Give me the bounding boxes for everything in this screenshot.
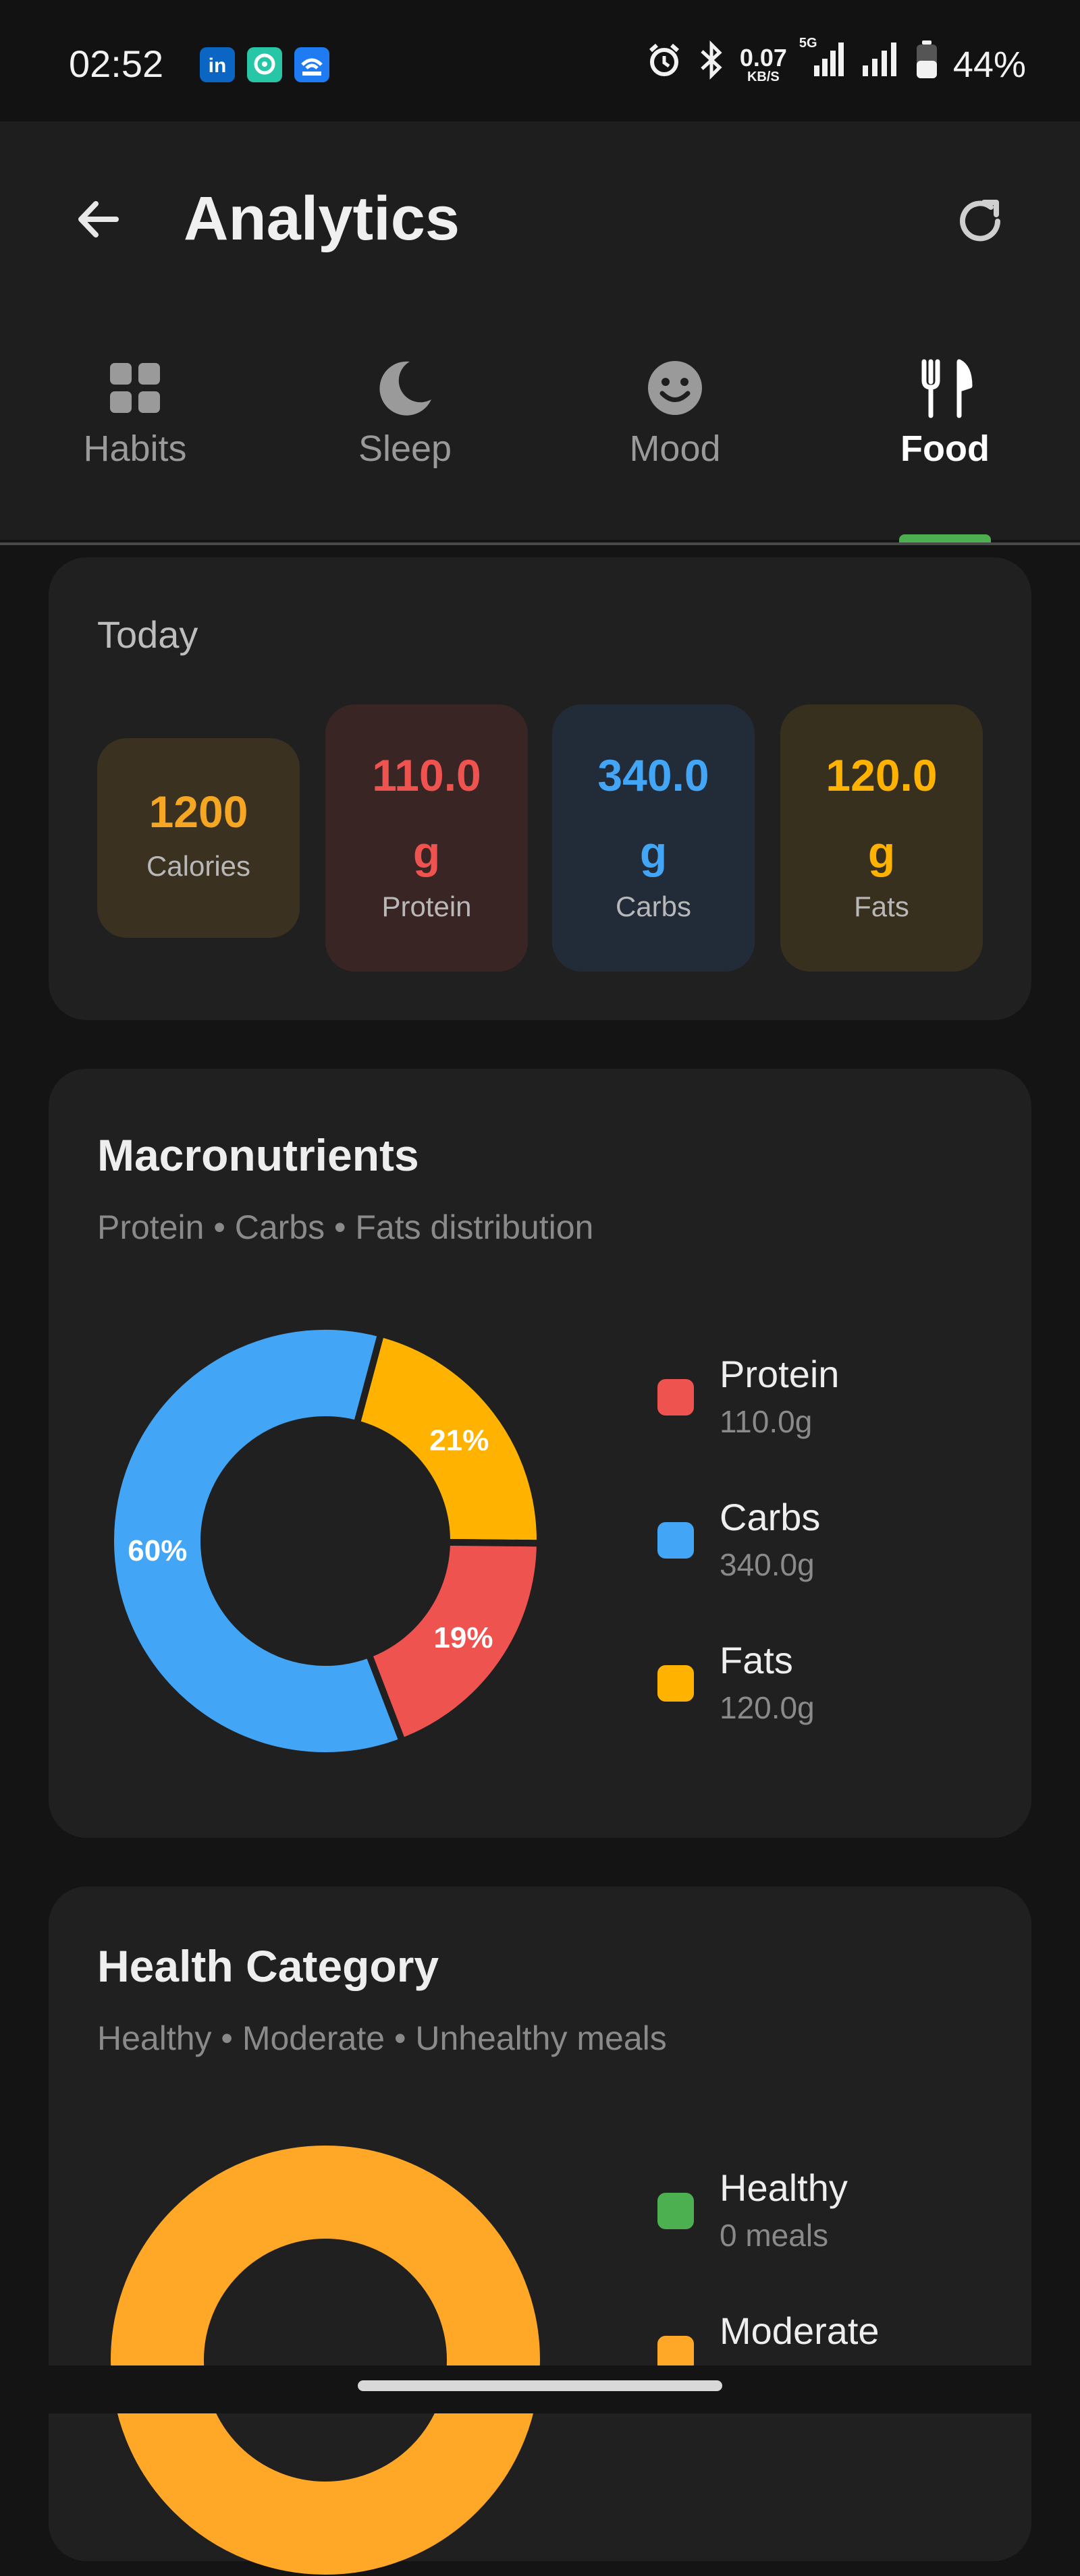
net-speed: 0.07 KB/S bbox=[739, 43, 787, 84]
protein-label: Protein bbox=[381, 891, 472, 922]
legend-name: Moderate bbox=[720, 2309, 880, 2352]
wifi-app-icon bbox=[294, 47, 329, 82]
alarm-icon bbox=[645, 41, 683, 88]
health-category-card: Health Category Healthy • Moderate • Unh… bbox=[49, 1886, 1031, 2575]
tab-label: Habits bbox=[83, 428, 187, 469]
legend-value: 120.0g bbox=[720, 1690, 815, 1725]
legend-swatch bbox=[657, 1665, 694, 1702]
legend-value: 110.0g bbox=[720, 1404, 813, 1439]
bluetooth-icon bbox=[698, 40, 725, 88]
macronutrients-title: Macronutrients bbox=[97, 1130, 419, 1180]
moon-icon bbox=[375, 358, 435, 418]
chat-app-icon bbox=[247, 47, 282, 82]
today-label: Today bbox=[97, 613, 198, 656]
protein-value: 110.0 bbox=[372, 750, 481, 800]
health-category-subtitle: Healthy • Moderate • Unhealthy meals bbox=[97, 2019, 667, 2057]
smiley-icon bbox=[645, 358, 705, 418]
net-speed-unit: KB/S bbox=[747, 69, 780, 84]
donut-slice-moderate bbox=[111, 2146, 540, 2575]
legend-name: Fats bbox=[720, 1639, 793, 1681]
tab-mood[interactable]: Mood bbox=[540, 358, 810, 470]
donut-label-fats: 21% bbox=[429, 1424, 489, 1457]
tabs-divider bbox=[0, 542, 1080, 545]
legend-swatch bbox=[657, 1522, 694, 1559]
battery-level: 44% bbox=[952, 44, 1026, 85]
tab-label: Food bbox=[900, 428, 990, 469]
status-icons: 0.07 KB/S 5G 44% bbox=[645, 36, 1026, 88]
fats-unit: g bbox=[867, 827, 896, 877]
status-time: 02:52 bbox=[69, 43, 164, 85]
legend-name: Healthy bbox=[720, 2166, 848, 2209]
fats-stat: 120.0 g Fats bbox=[780, 704, 983, 972]
donut-label-carbs: 60% bbox=[128, 1534, 187, 1567]
macronutrients-subtitle: Protein • Carbs • Fats distribution bbox=[97, 1208, 594, 1246]
carbs-unit: g bbox=[639, 827, 668, 877]
net-speed-value: 0.07 bbox=[739, 43, 787, 72]
protein-unit: g bbox=[412, 827, 441, 877]
carbs-label: Carbs bbox=[615, 891, 692, 922]
legend-swatch bbox=[657, 1379, 694, 1416]
tab-food[interactable]: Food bbox=[810, 358, 1080, 470]
grid-icon bbox=[105, 358, 165, 418]
fork-knife-icon bbox=[915, 358, 975, 418]
page-title: Analytics bbox=[184, 184, 460, 253]
battery-icon bbox=[915, 40, 938, 88]
macronutrients-donut-chart: 21% 19% 60% bbox=[109, 1325, 541, 1757]
status-bar: 02:52 in 0.07 KB/S 5G 44% bbox=[0, 0, 1080, 121]
calories-value: 1200 bbox=[148, 787, 248, 837]
linkedin-icon: in bbox=[200, 47, 235, 82]
protein-stat: 110.0 g Protein bbox=[325, 704, 528, 972]
legend-value: 0 meals bbox=[720, 2218, 829, 2253]
signal-icon: 5G bbox=[799, 36, 844, 88]
donut-label-protein: 19% bbox=[433, 1621, 493, 1654]
signal-icon bbox=[859, 41, 900, 88]
gesture-nav-handle[interactable] bbox=[358, 2380, 722, 2391]
net-type: 5G bbox=[799, 36, 817, 51]
refresh-icon[interactable] bbox=[948, 189, 1013, 254]
legend-swatch bbox=[657, 2193, 694, 2229]
health-category-donut-chart: 100% bbox=[111, 2146, 540, 2575]
carbs-value: 340.0 bbox=[597, 750, 709, 800]
tab-sleep[interactable]: Sleep bbox=[270, 358, 540, 470]
app-bar bbox=[0, 121, 1080, 540]
fats-label: Fats bbox=[854, 891, 909, 922]
macronutrients-card: Macronutrients Protein • Carbs • Fats di… bbox=[49, 1069, 1031, 1838]
tab-label: Mood bbox=[629, 428, 721, 469]
legend-name: Protein bbox=[720, 1353, 840, 1395]
legend-name: Carbs bbox=[720, 1496, 821, 1538]
legend-value: 340.0g bbox=[720, 1547, 815, 1582]
calories-label: Calories bbox=[146, 850, 251, 882]
fats-value: 120.0 bbox=[826, 750, 938, 800]
today-card: Today 1200 Calories 110.0 g Protein 340.… bbox=[49, 557, 1031, 1020]
tab-habits[interactable]: Habits bbox=[0, 358, 270, 470]
health-category-title: Health Category bbox=[97, 1941, 439, 1991]
carbs-stat: 340.0 g Carbs bbox=[552, 704, 755, 972]
calories-stat: 1200 Calories bbox=[97, 738, 300, 938]
back-arrow-icon[interactable] bbox=[68, 189, 128, 250]
svg-text:in: in bbox=[209, 55, 227, 77]
tab-label: Sleep bbox=[358, 428, 452, 469]
